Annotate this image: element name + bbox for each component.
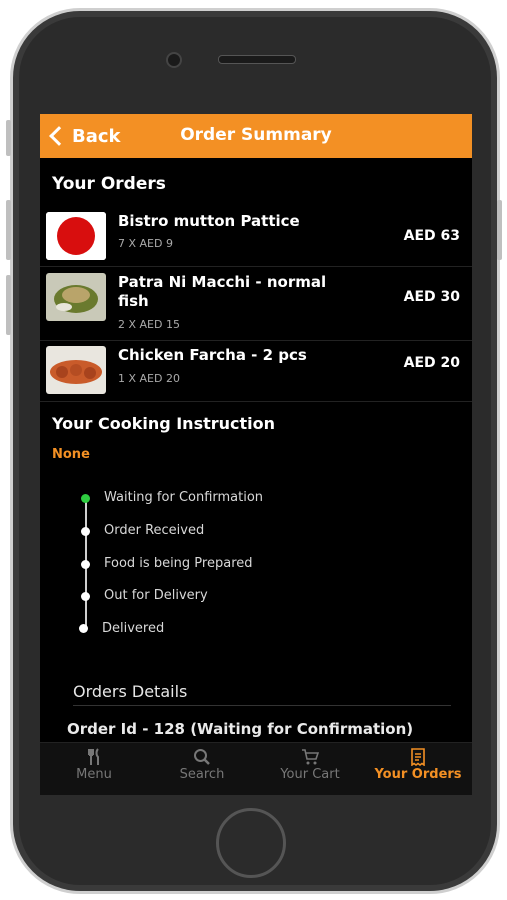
status-dot xyxy=(79,624,88,633)
item-qty: 1 X AED 20 xyxy=(118,372,180,385)
status-step: Order Received xyxy=(104,523,205,538)
item-qty: 7 X AED 9 xyxy=(118,237,173,250)
item-price: AED 63 xyxy=(403,228,460,244)
item-thumbnail xyxy=(46,346,106,394)
status-dot-active xyxy=(81,494,90,503)
tab-your-orders[interactable]: Your Orders xyxy=(364,747,472,782)
receipt-icon xyxy=(364,747,472,767)
order-item[interactable]: Patra Ni Macchi - normal fish 2 X AED 15… xyxy=(40,267,472,341)
tab-search-label: Search xyxy=(179,767,225,782)
order-item[interactable]: Bistro mutton Pattice 7 X AED 9 AED 63 xyxy=(40,206,472,267)
cart-icon xyxy=(256,747,364,767)
search-icon xyxy=(148,747,256,767)
status-step: Out for Delivery xyxy=(104,588,208,603)
earpiece-speaker xyxy=(218,55,296,64)
item-thumbnail xyxy=(46,212,106,260)
app-screen: Back Order Summary Your Orders Bistro mu… xyxy=(40,114,472,795)
divider xyxy=(73,705,451,706)
your-orders-heading: Your Orders xyxy=(52,174,166,194)
tab-your-cart-label: Your Cart xyxy=(280,767,340,782)
status-dot xyxy=(81,527,90,536)
status-dot xyxy=(81,592,90,601)
status-step: Waiting for Confirmation xyxy=(104,490,264,505)
power-button xyxy=(497,200,502,260)
item-name: Patra Ni Macchi - normal fish xyxy=(118,273,327,310)
item-price: AED 20 xyxy=(403,355,460,371)
tab-menu[interactable]: Menu xyxy=(40,747,148,782)
tab-your-orders-label: Your Orders xyxy=(374,767,462,782)
tab-your-cart[interactable]: Your Cart xyxy=(256,747,364,782)
home-button[interactable] xyxy=(216,808,286,878)
tab-menu-label: Menu xyxy=(76,767,112,782)
fish-dish-image-icon xyxy=(46,273,106,321)
front-camera xyxy=(166,52,182,68)
status-step: Food is being Prepared xyxy=(104,556,253,571)
volume-down-button xyxy=(6,275,11,335)
item-qty: 2 X AED 15 xyxy=(118,318,180,331)
status-step: Delivered xyxy=(102,621,165,636)
item-name: Bistro mutton Pattice xyxy=(118,212,300,230)
placeholder-image-icon xyxy=(46,212,106,260)
cooking-instruction-value: None xyxy=(52,447,90,462)
item-price: AED 30 xyxy=(403,289,460,305)
item-name: Chicken Farcha - 2 pcs xyxy=(118,346,307,364)
status-dot xyxy=(81,560,90,569)
item-thumbnail xyxy=(46,273,106,321)
page-title: Order Summary xyxy=(180,125,332,145)
utensils-icon xyxy=(40,747,148,767)
volume-up-button xyxy=(6,200,11,260)
tab-search[interactable]: Search xyxy=(148,747,256,782)
order-item[interactable]: Chicken Farcha - 2 pcs 1 X AED 20 AED 20 xyxy=(40,341,472,402)
mute-switch xyxy=(6,120,11,156)
top-bar: Back Order Summary xyxy=(40,114,472,158)
chicken-dish-image-icon xyxy=(46,346,106,394)
cooking-instruction-heading: Your Cooking Instruction xyxy=(52,414,276,433)
orders-details-heading: Orders Details xyxy=(73,682,188,701)
bottom-tab-bar: Menu Search Your Cart Your Orders xyxy=(40,742,472,795)
order-id-line: Order Id - 128 (Waiting for Confirmation… xyxy=(67,720,414,738)
